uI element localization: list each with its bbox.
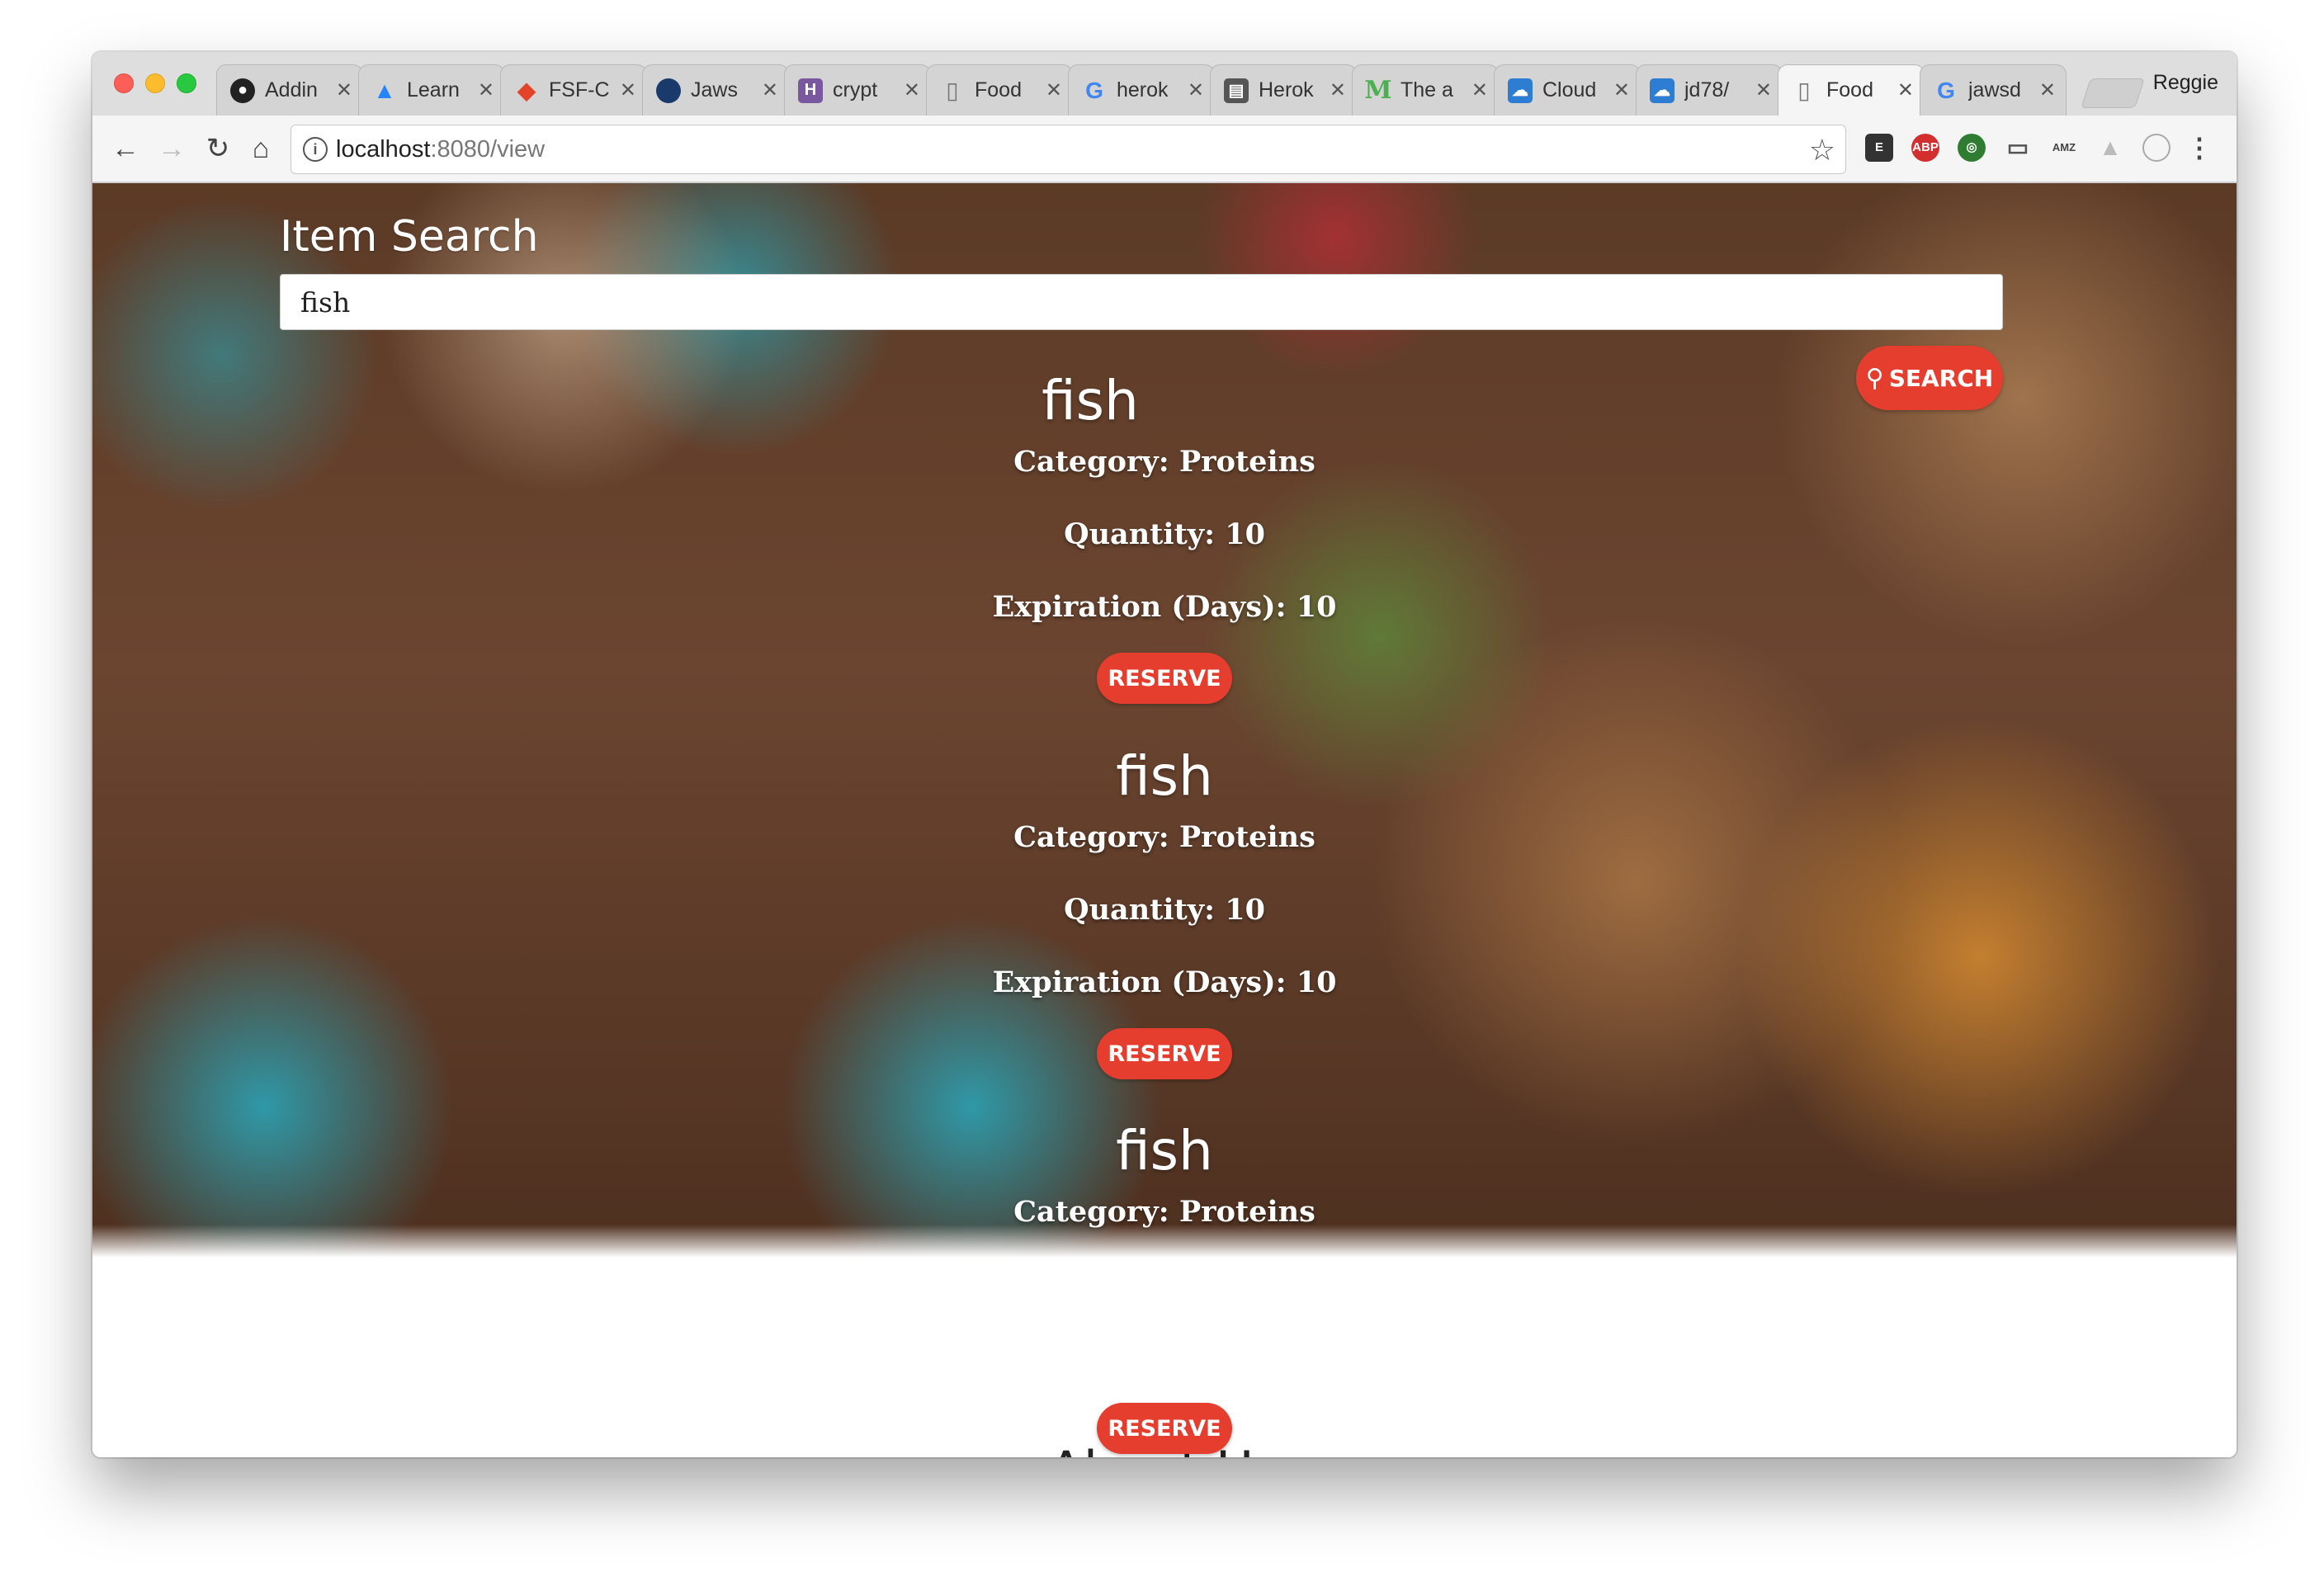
docs-icon: ▤ [1224,78,1249,103]
profile-name[interactable]: Reggie [2153,71,2218,95]
item-quantity: Quantity: 10 [1064,893,1265,927]
close-tab-icon[interactable]: ✕ [478,78,494,102]
gitlab-icon: ◆ [517,78,536,103]
evernote-extension-icon[interactable]: E [1865,134,1893,162]
amazon-extension-icon[interactable]: AMZ [2050,134,2078,162]
close-tab-icon[interactable]: ✕ [904,78,920,102]
tab-jawsdb[interactable]: Jaws ✕ [642,64,789,116]
page-content: Item Search ⚲ SEARCH fish Category: Prot… [92,183,2237,1457]
hero-background-image: Item Search ⚲ SEARCH fish Category: Prot… [92,183,2237,1258]
atlassian-icon: ▲ [373,77,396,103]
jawsdb-icon [656,78,681,103]
item-name: fish [1116,744,1213,808]
close-tab-icon[interactable]: ✕ [1897,78,1914,102]
close-window-button[interactable] [114,73,134,93]
home-icon[interactable]: ⌂ [244,132,277,165]
reserve-button[interactable]: RESERVE [1097,1028,1232,1079]
adblock-plus-icon[interactable]: ABP [1911,134,1939,162]
close-tab-icon[interactable]: ✕ [1330,78,1346,102]
github-icon: ● [230,78,255,103]
browser-window: ● Addin ✕ ▲ Learn ✕ ◆ FSF-C ✕ Jaws ✕ H c… [92,52,2237,1457]
close-tab-icon[interactable]: ✕ [1188,78,1204,102]
search-title: Item Search [280,212,539,262]
item-name: fish [1116,1119,1213,1182]
close-tab-icon[interactable]: ✕ [620,78,636,102]
maximize-window-button[interactable] [177,73,196,93]
close-tab-icon[interactable]: ✕ [762,78,778,102]
drive-icon[interactable]: ▲ [2096,134,2124,162]
minimize-window-button[interactable] [145,73,165,93]
page-icon: ▯ [1797,78,1811,103]
tab-cloud[interactable]: ☁ Cloud ✕ [1494,64,1641,116]
tab-jawsdb-search[interactable]: G jawsd ✕ [1920,64,2067,116]
cast-icon[interactable]: ▭ [2004,134,2032,162]
close-tab-icon[interactable]: ✕ [2039,78,2056,102]
forward-icon[interactable]: → [155,132,188,165]
new-tab-button[interactable] [2081,78,2145,108]
cloud-icon: ☁ [1650,78,1675,103]
item-category: Category: Proteins [1013,820,1316,854]
item-quantity: Quantity: 10 [1064,517,1265,551]
close-tab-icon[interactable]: ✕ [1613,78,1630,102]
reload-icon[interactable]: ↻ [201,132,234,165]
item-category: Category: Proteins [1013,1195,1316,1229]
url-text: localhost:8080/view [336,136,546,163]
tab-heroku-docs[interactable]: ▤ Herok ✕ [1210,64,1357,116]
tab-medium[interactable]: M The a ✕ [1352,64,1499,116]
search-input[interactable] [280,274,2003,330]
site-info-icon[interactable]: i [303,137,328,162]
item-expiration: Expiration (Days): 10 [992,590,1337,624]
address-bar[interactable]: i localhost:8080/view ☆ [290,125,1846,174]
extension-circle-icon[interactable] [2142,134,2170,162]
page-icon: ▯ [946,78,959,103]
menu-icon[interactable]: ⋮ [2185,134,2213,162]
heroku-icon: H [798,78,823,103]
cloud-icon: ☁ [1508,78,1533,103]
back-icon[interactable]: ← [109,132,142,165]
reserve-button[interactable]: RESERVE [1097,653,1232,704]
google-icon: G [1937,77,1955,103]
item-expiration: Expiration (Days): 10 [992,965,1337,999]
tab-learn[interactable]: ▲ Learn ✕ [358,64,505,116]
tab-fsf[interactable]: ◆ FSF-C ✕ [500,64,647,116]
tab-jd78[interactable]: ☁ jd78/ ✕ [1636,64,1783,116]
item-name: fish [1042,369,1139,432]
close-tab-icon[interactable]: ✕ [1046,78,1062,102]
close-tab-icon[interactable]: ✕ [1471,78,1488,102]
google-icon: G [1085,77,1103,103]
bookmark-star-icon[interactable]: ☆ [1809,133,1835,168]
close-tab-icon[interactable]: ✕ [336,78,352,102]
tab-addin[interactable]: ● Addin ✕ [216,64,363,116]
chrome-extension-icon[interactable]: ◎ [1958,134,1986,162]
item-category: Category: Proteins [1013,445,1316,479]
browser-toolbar: ← → ↻ ⌂ i localhost:8080/view ☆ E ABP ◎ … [92,116,2237,183]
reserve-button[interactable]: RESERVE [1097,1403,1232,1454]
tab-strip: ● Addin ✕ ▲ Learn ✕ ◆ FSF-C ✕ Jaws ✕ H c… [92,52,2237,116]
close-tab-icon[interactable]: ✕ [1755,78,1772,102]
tab-food-active[interactable]: ▯ Food ✕ [1778,64,1925,116]
tab-crypto[interactable]: H crypt ✕ [784,64,931,116]
tab-food[interactable]: ▯ Food ✕ [926,64,1073,116]
medium-icon: M [1364,76,1392,105]
tab-heroku-search[interactable]: G herok ✕ [1068,64,1215,116]
